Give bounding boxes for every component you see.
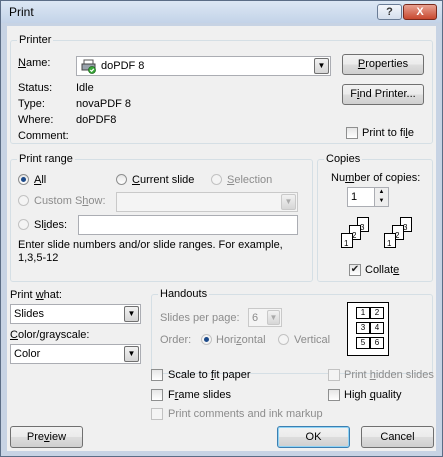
slides-per-page-value: 6 bbox=[252, 312, 259, 324]
collate-checkbox[interactable]: ✔ bbox=[349, 264, 361, 276]
range-custom-show-radio[interactable] bbox=[18, 195, 29, 206]
printer-name-select[interactable]: doPDF 8 ▼ bbox=[76, 56, 331, 76]
order-label: Order: bbox=[160, 334, 192, 346]
range-selection-radio[interactable] bbox=[211, 174, 222, 185]
range-current-slide-label[interactable]: Current slide bbox=[132, 174, 194, 186]
find-printer-button[interactable]: Find Printer... bbox=[342, 84, 424, 105]
handout-slot: 4 bbox=[370, 322, 384, 334]
slides-per-page-select[interactable]: 6 ▼ bbox=[248, 308, 282, 327]
handout-slot: 5 bbox=[356, 337, 370, 349]
range-current-slide-radio[interactable] bbox=[116, 174, 127, 185]
color-dropdown-icon[interactable]: ▼ bbox=[124, 346, 139, 362]
handouts-label: Handouts bbox=[158, 288, 210, 300]
ok-button[interactable]: OK bbox=[277, 426, 350, 448]
range-selection-label: Selection bbox=[227, 174, 273, 186]
frame-slides-label[interactable]: Frame slides bbox=[168, 389, 231, 401]
printer-name-label: Name: bbox=[18, 57, 51, 69]
close-button[interactable]: X bbox=[403, 4, 437, 20]
order-vertical-radio[interactable] bbox=[278, 334, 289, 345]
cancel-button[interactable]: Cancel bbox=[361, 426, 434, 448]
print-comments-label: Print comments and ink markup bbox=[168, 408, 323, 420]
slides-input[interactable] bbox=[78, 215, 298, 235]
print-comments-checkbox[interactable] bbox=[151, 408, 163, 420]
custom-show-select[interactable]: ▼ bbox=[116, 192, 298, 212]
comment-label: Comment: bbox=[18, 130, 69, 142]
slides-per-page-dropdown-icon[interactable]: ▼ bbox=[267, 310, 280, 325]
color-select[interactable]: Color ▼ bbox=[10, 344, 141, 364]
status-label: Status: bbox=[18, 82, 53, 94]
print-to-file-label[interactable]: Print to file bbox=[362, 127, 414, 139]
range-slides-label[interactable]: Slides: bbox=[34, 219, 67, 231]
where-value: doPDF8 bbox=[76, 114, 117, 126]
range-slides-radio[interactable] bbox=[18, 219, 29, 230]
print-what-select[interactable]: Slides ▼ bbox=[10, 304, 141, 324]
handouts-group: Handouts bbox=[151, 288, 433, 374]
type-label: Type: bbox=[18, 98, 45, 110]
order-horizontal-label: Horizontal bbox=[216, 334, 266, 346]
printer-group-label: Printer bbox=[17, 34, 54, 46]
print-range-label: Print range bbox=[17, 153, 75, 165]
print-hidden-label: Print hidden slides bbox=[344, 369, 434, 381]
slides-per-page-label: Slides per page: bbox=[160, 312, 240, 324]
printer-dropdown-icon[interactable]: ▼ bbox=[314, 58, 329, 74]
range-custom-show-label: Custom Show: bbox=[34, 195, 106, 207]
handout-slot: 2 bbox=[370, 307, 384, 319]
help-button[interactable]: ? bbox=[377, 4, 402, 20]
preview-button[interactable]: Preview bbox=[10, 426, 83, 448]
print-what-label: Print what: bbox=[10, 289, 62, 301]
collate-label[interactable]: Collate bbox=[365, 264, 399, 276]
scale-to-fit-label[interactable]: Scale to fit paper bbox=[168, 369, 251, 381]
type-value: novaPDF 8 bbox=[76, 98, 132, 110]
handout-slot: 3 bbox=[356, 322, 370, 334]
status-value: Idle bbox=[76, 82, 94, 94]
range-all-label[interactable]: All bbox=[34, 174, 46, 186]
frame-slides-checkbox[interactable] bbox=[151, 389, 163, 401]
number-of-copies-label: Number of copies: bbox=[331, 172, 421, 184]
high-quality-label[interactable]: High quality bbox=[344, 389, 402, 401]
print-to-file-checkbox[interactable] bbox=[346, 127, 358, 139]
window-title: Print bbox=[9, 5, 34, 19]
color-label: Color/grayscale: bbox=[10, 329, 90, 341]
handout-layout-preview: 1 2 3 4 5 6 bbox=[347, 302, 389, 356]
print-dialog: Print ? X Printer Name: doPDF 8 ▼ Proper… bbox=[0, 0, 443, 457]
custom-show-dropdown-icon[interactable]: ▼ bbox=[281, 194, 296, 210]
copies-label: Copies bbox=[324, 153, 363, 165]
print-what-value: Slides bbox=[14, 308, 44, 320]
color-value: Color bbox=[14, 348, 41, 360]
scale-to-fit-checkbox[interactable] bbox=[151, 369, 163, 381]
collate-page: 1 bbox=[384, 233, 396, 248]
printer-name-value: doPDF 8 bbox=[101, 60, 145, 72]
dialog-body: Printer Name: doPDF 8 ▼ Properties Find … bbox=[7, 26, 436, 451]
slides-hint: Enter slide numbers and/or slide ranges.… bbox=[18, 239, 283, 264]
print-hidden-checkbox[interactable] bbox=[328, 369, 340, 381]
printer-icon bbox=[81, 59, 96, 74]
print-what-dropdown-icon[interactable]: ▼ bbox=[124, 306, 139, 322]
copies-value: 1 bbox=[351, 191, 358, 203]
range-all-radio[interactable] bbox=[18, 174, 29, 185]
title-bar[interactable]: Print ? X bbox=[1, 1, 442, 23]
handout-slot: 1 bbox=[356, 307, 370, 319]
collate-page: 1 bbox=[341, 233, 353, 248]
properties-button[interactable]: Properties bbox=[342, 54, 424, 75]
copies-down-icon[interactable]: ▼ bbox=[374, 197, 388, 206]
handout-slot: 6 bbox=[370, 337, 384, 349]
order-vertical-label: Vertical bbox=[294, 334, 331, 346]
high-quality-checkbox[interactable] bbox=[328, 389, 340, 401]
order-horizontal-radio[interactable] bbox=[201, 334, 212, 345]
where-label: Where: bbox=[18, 114, 54, 126]
copies-spinner[interactable]: 1 ▲ ▼ bbox=[347, 187, 389, 207]
